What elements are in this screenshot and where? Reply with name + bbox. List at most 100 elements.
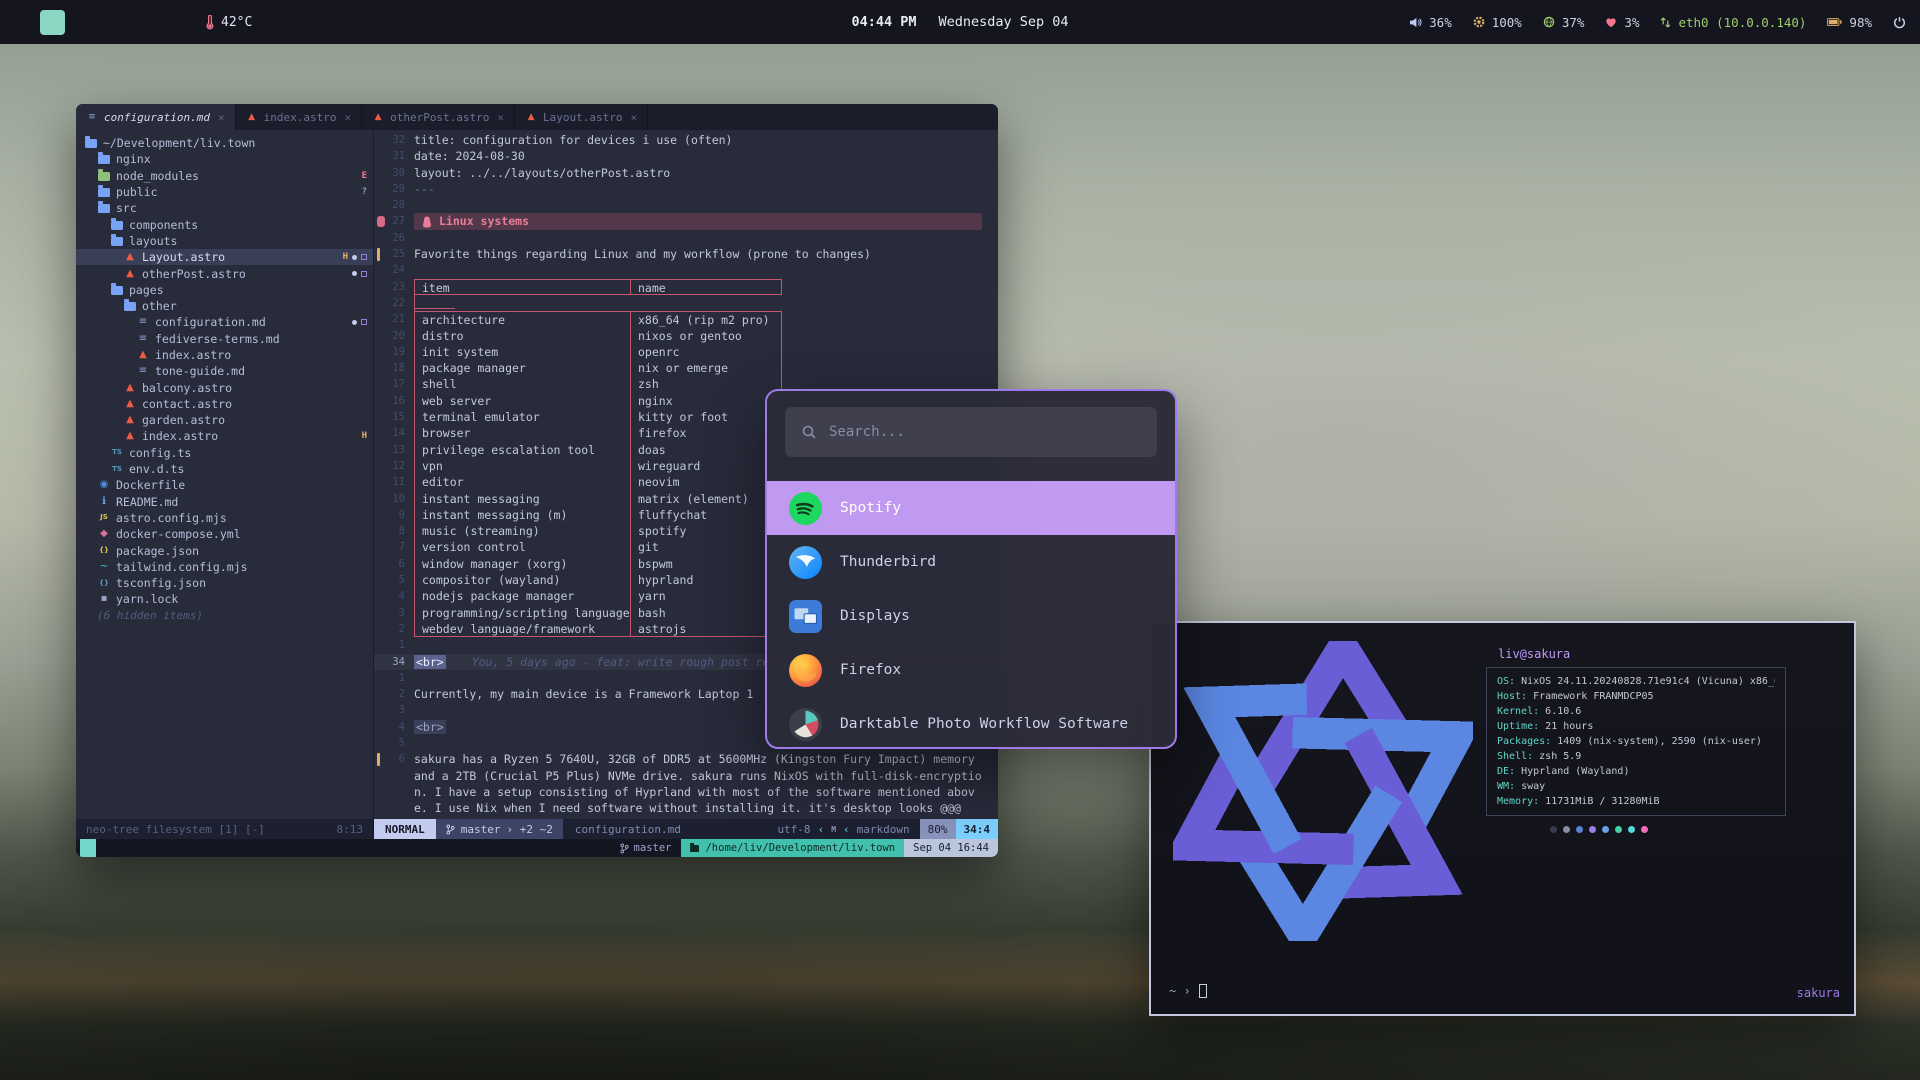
system-module[interactable]: 3% bbox=[1605, 15, 1639, 30]
tab-close-icon[interactable]: × bbox=[344, 111, 351, 124]
tree-item-label: public bbox=[116, 185, 158, 199]
power-button[interactable] bbox=[1893, 16, 1906, 29]
nixos-logo-icon bbox=[1173, 641, 1473, 946]
tree-item[interactable]: other bbox=[76, 298, 373, 314]
astro-file-icon: ▲ bbox=[372, 112, 384, 122]
tab-close-icon[interactable]: × bbox=[631, 111, 638, 124]
module-value: 98% bbox=[1849, 15, 1872, 30]
system-module[interactable]: 100% bbox=[1473, 15, 1522, 30]
app-label: Thunderbird bbox=[840, 554, 936, 570]
editor-tab[interactable]: ▲ index.astro × bbox=[236, 104, 362, 130]
system-module[interactable]: 98% bbox=[1827, 15, 1872, 30]
statusline-filename: configuration.md bbox=[563, 819, 693, 839]
app-icon bbox=[789, 546, 822, 579]
tmux-window[interactable] bbox=[80, 839, 96, 857]
module-value: 100% bbox=[1492, 15, 1522, 30]
clock: 04:44 PM Wednesday Sep 04 bbox=[851, 14, 1068, 30]
tmux-windows bbox=[76, 839, 128, 857]
tree-item[interactable]: ≡fediverse-terms.md bbox=[76, 331, 373, 347]
tree-item[interactable]: nginx bbox=[76, 151, 373, 167]
editor-tab[interactable]: ▲ otherPost.astro × bbox=[362, 104, 515, 130]
module-icon bbox=[1409, 17, 1422, 28]
file-explorer: ~/Development/liv.town nginx node_modules… bbox=[76, 130, 374, 819]
launcher-item[interactable]: Thunderbird bbox=[767, 535, 1175, 589]
tree-item[interactable]: ▲contact.astro bbox=[76, 396, 373, 412]
docker-file-icon: ◉ bbox=[97, 480, 111, 490]
tmux-datetime: Sep 04 16:44 bbox=[904, 839, 998, 857]
tab-close-icon[interactable]: × bbox=[497, 111, 504, 124]
tree-item[interactable]: layouts bbox=[76, 233, 373, 249]
info-line: Shellzsh 5.9 bbox=[1497, 749, 1775, 764]
tree-item[interactable]: ≡tone-guide.md bbox=[76, 363, 373, 379]
tree-item[interactable]: ◆docker-compose.yml bbox=[76, 526, 373, 542]
filetype-label: markdown bbox=[857, 819, 910, 839]
editor-tab[interactable]: ▲ Layout.astro × bbox=[515, 104, 648, 130]
tree-item-label: yarn.lock bbox=[116, 592, 178, 606]
tree-item[interactable]: node_modulesE bbox=[76, 168, 373, 184]
tab-label: otherPost.astro bbox=[390, 111, 489, 124]
system-module[interactable]: eth0 (10.0.0.140) bbox=[1660, 15, 1806, 30]
tree-item[interactable]: ▲index.astroH bbox=[76, 428, 373, 444]
tree-item[interactable]: {}package.json bbox=[76, 542, 373, 558]
tree-item-label: config.ts bbox=[129, 446, 191, 460]
tmux-window[interactable] bbox=[96, 839, 112, 857]
tree-item[interactable]: {}tsconfig.json bbox=[76, 575, 373, 591]
palette-dot bbox=[1628, 826, 1635, 833]
tree-item[interactable]: src bbox=[76, 200, 373, 216]
tmux-window[interactable] bbox=[112, 839, 128, 857]
palette-dot bbox=[1615, 826, 1622, 833]
shell-prompt[interactable]: ~ › bbox=[1169, 984, 1207, 998]
tree-item[interactable]: ▲index.astro bbox=[76, 347, 373, 363]
folder-icon bbox=[98, 204, 110, 213]
info-line: HostFramework FRANMDCP05 bbox=[1497, 689, 1775, 704]
workspace-button[interactable] bbox=[160, 10, 185, 35]
tree-item[interactable]: ~tailwind.config.mjs bbox=[76, 559, 373, 575]
tree-item[interactable]: JSastro.config.mjs bbox=[76, 510, 373, 526]
editor-tab[interactable]: ≡ configuration.md × bbox=[76, 104, 236, 130]
module-value: 37% bbox=[1562, 15, 1585, 30]
git-branch-icon bbox=[446, 824, 455, 835]
search-box[interactable] bbox=[785, 407, 1157, 457]
info-line: Kernel6.10.6 bbox=[1497, 704, 1775, 719]
tree-item[interactable]: components bbox=[76, 216, 373, 232]
tree-item[interactable]: ▲otherPost.astro bbox=[76, 265, 373, 281]
git-status-letter: E bbox=[362, 171, 367, 181]
tree-item[interactable]: TSconfig.ts bbox=[76, 445, 373, 461]
launcher-item[interactable]: Firefox bbox=[767, 643, 1175, 697]
tree-item[interactable]: pages bbox=[76, 282, 373, 298]
tree-item[interactable]: ▪yarn.lock bbox=[76, 591, 373, 607]
workspace-button[interactable] bbox=[40, 10, 65, 35]
workspace-button[interactable] bbox=[100, 10, 125, 35]
cursor-position: 34:4 bbox=[956, 819, 999, 839]
workspace-button[interactable] bbox=[10, 10, 35, 35]
tmux-path: /home/liv/Development/liv.town bbox=[681, 839, 904, 857]
temperature-module: 42°C bbox=[205, 15, 252, 30]
tree-item[interactable]: ▲Layout.astroH bbox=[76, 249, 373, 265]
launcher-item[interactable]: Displays bbox=[767, 589, 1175, 643]
tree-root[interactable]: ~/Development/liv.town bbox=[76, 135, 373, 151]
workspace-button[interactable] bbox=[130, 10, 155, 35]
launcher-item[interactable]: Spotify bbox=[767, 481, 1175, 535]
tree-item[interactable]: TSenv.d.ts bbox=[76, 461, 373, 477]
clock-time: 04:44 PM bbox=[851, 14, 916, 30]
tree-item[interactable]: ℹREADME.md bbox=[76, 494, 373, 510]
module-value: eth0 (10.0.0.140) bbox=[1678, 15, 1806, 30]
system-module[interactable]: 36% bbox=[1409, 15, 1452, 30]
workspace-button[interactable] bbox=[70, 10, 95, 35]
search-input[interactable] bbox=[829, 424, 1141, 440]
separator-icon bbox=[836, 819, 857, 839]
tree-item[interactable]: ≡configuration.md bbox=[76, 314, 373, 330]
tree-item[interactable]: ▲balcony.astro bbox=[76, 379, 373, 395]
tab-close-icon[interactable]: × bbox=[218, 111, 225, 124]
buffer-line: 28 bbox=[374, 197, 998, 213]
tree-item[interactable]: ▲garden.astro bbox=[76, 412, 373, 428]
editor-tabbar: ≡ configuration.md × ▲ index.astro × ▲ o… bbox=[76, 104, 998, 130]
tree-item[interactable]: public? bbox=[76, 184, 373, 200]
tree-item-label: nginx bbox=[116, 152, 151, 166]
terminal-cursor bbox=[1199, 984, 1207, 998]
tree-item-label: fediverse-terms.md bbox=[155, 332, 280, 346]
system-module[interactable]: 37% bbox=[1543, 15, 1585, 30]
tree-item-label: index.astro bbox=[155, 348, 231, 362]
tree-item[interactable]: ◉Dockerfile bbox=[76, 477, 373, 493]
launcher-item[interactable]: Darktable Photo Workflow Software bbox=[767, 697, 1175, 749]
